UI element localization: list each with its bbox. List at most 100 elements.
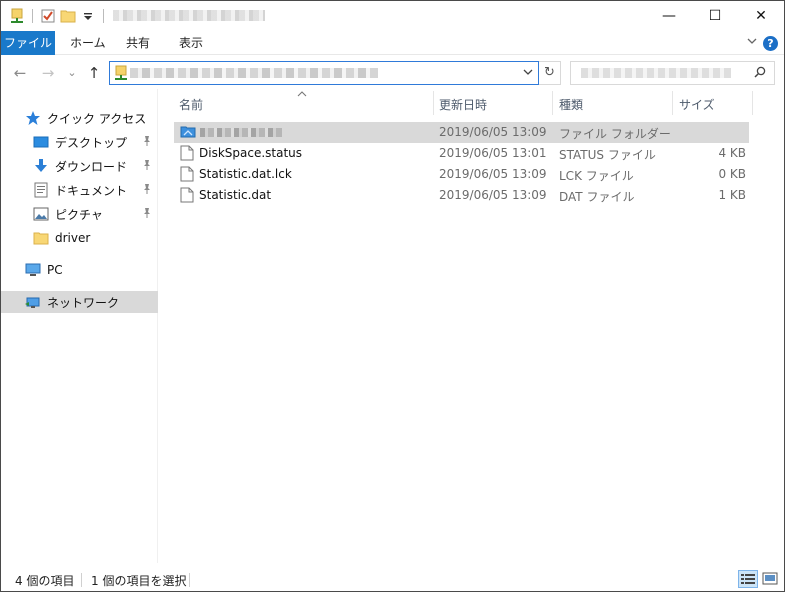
search-placeholder-redacted bbox=[581, 68, 731, 78]
pin-icon[interactable] bbox=[142, 207, 152, 219]
file-date: 2019/06/05 13:09 bbox=[439, 188, 547, 202]
sidebar-item-quick-access[interactable]: クイック アクセス bbox=[1, 107, 158, 129]
network-location-icon bbox=[114, 65, 128, 84]
address-bar[interactable] bbox=[109, 61, 539, 85]
properties-icon[interactable] bbox=[40, 8, 56, 24]
file-icon bbox=[180, 166, 194, 182]
ribbon-tabs: ファイル ホーム 共有 表示 ? bbox=[1, 31, 784, 55]
pin-icon[interactable] bbox=[142, 183, 152, 195]
navigation-pane: クイック アクセス デスクトップ ダウンロード ドキュメント ピクチャ driv… bbox=[1, 89, 158, 563]
sidebar-item-label: ダウンロード bbox=[55, 159, 128, 174]
forward-button[interactable]: → bbox=[39, 64, 57, 82]
table-row[interactable]: Statistic.dat 2019/06/05 13:09 DAT ファイル … bbox=[174, 185, 749, 206]
sidebar-item-label: driver bbox=[55, 231, 91, 245]
sidebar-item-label: ピクチャ bbox=[55, 207, 103, 222]
selection-count: 1 個の項目を選択 bbox=[91, 574, 187, 588]
item-count: 4 個の項目 bbox=[15, 574, 75, 588]
status-bar: 4 個の項目 1 個の項目を選択 bbox=[1, 567, 784, 591]
back-button[interactable]: ← bbox=[11, 64, 29, 82]
address-dropdown-button[interactable] bbox=[522, 66, 534, 81]
address-path-redacted bbox=[130, 68, 378, 78]
large-icons-view-button[interactable] bbox=[760, 570, 780, 588]
file-name: Statistic.dat bbox=[199, 188, 272, 202]
minimize-button[interactable]: — bbox=[646, 1, 692, 31]
table-row[interactable]: Statistic.dat.lck 2019/06/05 13:09 LCK フ… bbox=[174, 164, 749, 185]
download-icon bbox=[33, 158, 49, 174]
sidebar-item-network[interactable]: ネットワーク bbox=[1, 291, 158, 313]
desktop-icon bbox=[33, 134, 49, 150]
column-divider bbox=[672, 91, 673, 115]
column-header-name[interactable]: 名前 bbox=[179, 96, 203, 113]
document-icon bbox=[33, 182, 49, 198]
pin-icon[interactable] bbox=[142, 159, 152, 171]
file-name-redacted bbox=[200, 128, 282, 137]
sidebar-item-downloads[interactable]: ダウンロード bbox=[1, 155, 158, 177]
file-date: 2019/06/05 13:09 bbox=[439, 125, 547, 139]
file-size: 1 KB bbox=[718, 188, 746, 202]
tab-share[interactable]: 共有 bbox=[115, 31, 161, 55]
sidebar-item-pictures[interactable]: ピクチャ bbox=[1, 203, 158, 225]
window-title-redacted bbox=[113, 10, 265, 21]
status-divider bbox=[189, 573, 190, 587]
file-date: 2019/06/05 13:09 bbox=[439, 167, 547, 181]
title-bar: — ☐ ✕ bbox=[1, 1, 784, 31]
sidebar-item-label: ドキュメント bbox=[55, 183, 128, 198]
sidebar-item-pc[interactable]: PC bbox=[1, 259, 158, 281]
file-size: 0 KB bbox=[718, 167, 746, 181]
customize-qat-icon[interactable] bbox=[80, 8, 96, 24]
close-button[interactable]: ✕ bbox=[738, 1, 784, 31]
navigation-bar: ← → ⌄ ↑ ↻ bbox=[1, 57, 784, 89]
sidebar-item-label: PC bbox=[47, 263, 63, 277]
sidebar-item-label: デスクトップ bbox=[55, 135, 128, 150]
maximize-button[interactable]: ☐ bbox=[692, 1, 738, 31]
new-folder-icon[interactable] bbox=[60, 8, 76, 24]
details-view-button[interactable] bbox=[738, 570, 758, 588]
file-type: ファイル フォルダー bbox=[559, 127, 671, 141]
pc-icon bbox=[25, 262, 41, 278]
column-header-type[interactable]: 種類 bbox=[559, 96, 583, 113]
status-divider bbox=[81, 573, 82, 587]
pictures-icon bbox=[33, 206, 49, 222]
table-row[interactable]: 2019/06/05 13:09 ファイル フォルダー bbox=[174, 122, 749, 143]
star-icon bbox=[25, 110, 41, 126]
sidebar-item-label: ネットワーク bbox=[47, 295, 120, 310]
search-input[interactable] bbox=[570, 61, 775, 85]
refresh-button[interactable]: ↻ bbox=[539, 61, 561, 85]
file-icon bbox=[180, 187, 194, 203]
column-divider bbox=[552, 91, 553, 115]
search-icon bbox=[754, 66, 766, 78]
file-name: DiskSpace.status bbox=[199, 146, 303, 160]
column-divider bbox=[752, 91, 753, 115]
file-list: 名前 更新日時 種類 サイズ 2019/06/05 13:09 ファイル フォル… bbox=[159, 89, 784, 563]
file-name: Statistic.dat.lck bbox=[199, 167, 292, 181]
expand-ribbon-icon[interactable] bbox=[746, 35, 758, 50]
pin-icon[interactable] bbox=[142, 135, 152, 147]
quick-access-toolbar bbox=[9, 7, 107, 25]
column-headers: 名前 更新日時 種類 サイズ bbox=[159, 89, 784, 117]
explorer-window: — ☐ ✕ ファイル ホーム 共有 表示 ? ← → ⌄ ↑ ↻ クイック アク… bbox=[0, 0, 785, 592]
network-icon bbox=[25, 294, 41, 310]
file-type: LCK ファイル bbox=[559, 169, 634, 183]
up-button[interactable]: ↑ bbox=[85, 64, 103, 82]
table-row[interactable]: DiskSpace.status 2019/06/05 13:01 STATUS… bbox=[174, 143, 749, 164]
file-icon bbox=[180, 145, 194, 161]
tab-file[interactable]: ファイル bbox=[1, 31, 55, 55]
sidebar-item-driver[interactable]: driver bbox=[1, 227, 158, 249]
file-type: DAT ファイル bbox=[559, 190, 635, 204]
network-drive-icon bbox=[9, 8, 25, 24]
help-button[interactable]: ? bbox=[763, 36, 778, 51]
tab-view[interactable]: 表示 bbox=[168, 31, 214, 55]
file-date: 2019/06/05 13:01 bbox=[439, 146, 547, 160]
tab-home[interactable]: ホーム bbox=[59, 31, 117, 55]
sidebar-item-desktop[interactable]: デスクトップ bbox=[1, 131, 158, 153]
file-size: 4 KB bbox=[718, 146, 746, 160]
sidebar-item-label: クイック アクセス bbox=[47, 111, 147, 126]
column-header-size[interactable]: サイズ bbox=[679, 96, 715, 113]
sort-ascending-icon bbox=[297, 90, 307, 100]
column-header-date[interactable]: 更新日時 bbox=[439, 96, 487, 113]
column-divider bbox=[433, 91, 434, 115]
recent-locations-button[interactable]: ⌄ bbox=[63, 64, 81, 82]
file-type: STATUS ファイル bbox=[559, 148, 656, 162]
folder-icon bbox=[33, 230, 49, 246]
sidebar-item-documents[interactable]: ドキュメント bbox=[1, 179, 158, 201]
